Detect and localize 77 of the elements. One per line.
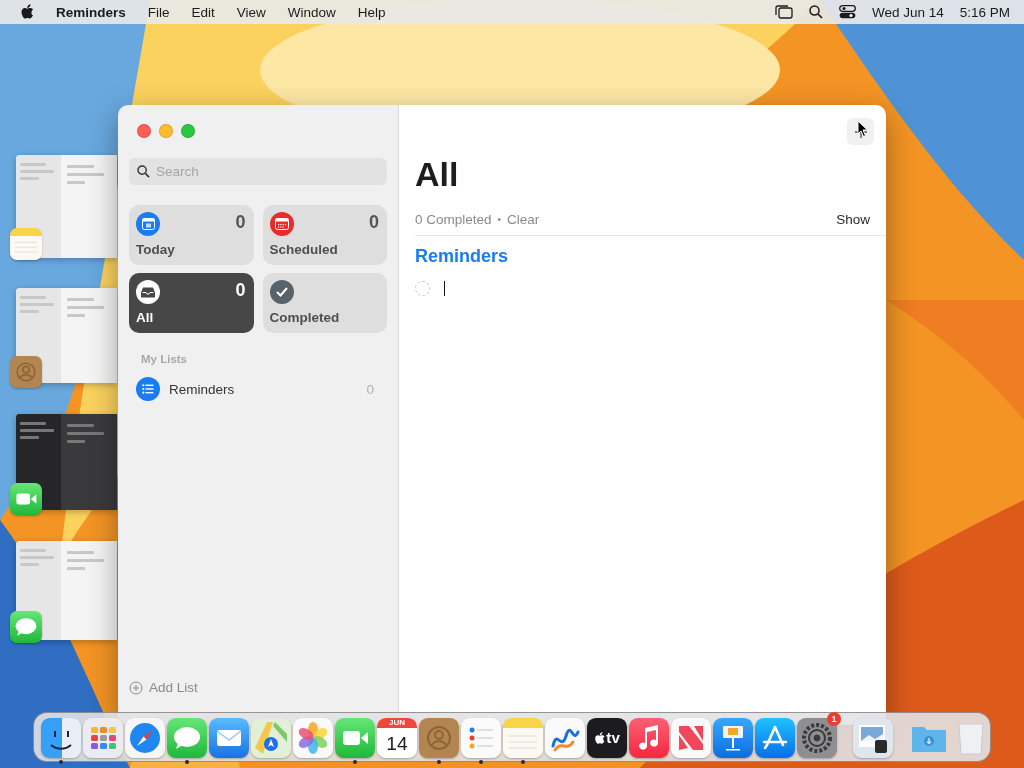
list-title: All bbox=[415, 155, 460, 194]
notification-badge: 1 bbox=[827, 712, 841, 726]
menu-item[interactable]: Edit bbox=[191, 4, 215, 20]
section-title: Reminders bbox=[415, 246, 510, 267]
menu-item[interactable]: Window bbox=[287, 4, 336, 20]
speech-bubble-icon bbox=[10, 611, 42, 643]
item-count: 0 bbox=[369, 212, 379, 234]
calendar-icon[interactable]: JUN 14 bbox=[377, 718, 417, 758]
smart-list-card[interactable]: Completed bbox=[262, 273, 387, 333]
app-grid-icon[interactable] bbox=[83, 718, 123, 758]
tray-icon bbox=[136, 280, 160, 304]
minimize-button[interactable] bbox=[159, 124, 173, 138]
notepad-icon bbox=[10, 228, 42, 260]
window-thumbnail[interactable] bbox=[16, 288, 117, 383]
separator-dot: • bbox=[497, 214, 502, 225]
list-item[interactable]: Reminders 0 bbox=[129, 373, 387, 405]
calendar-month: JUN bbox=[377, 718, 417, 729]
smart-list-card[interactable]: 0 Scheduled bbox=[262, 205, 387, 265]
map-icon[interactable] bbox=[251, 718, 291, 758]
video-camera-icon[interactable] bbox=[335, 718, 375, 758]
tv-icon[interactable]: tv bbox=[587, 718, 627, 758]
calendar-icon bbox=[269, 212, 294, 236]
calendar-day: 14 bbox=[386, 728, 408, 758]
search-field[interactable]: Search bbox=[129, 158, 387, 185]
app-store-icon[interactable] bbox=[755, 718, 795, 758]
apple-logo-icon bbox=[594, 731, 606, 745]
menu-item[interactable]: View bbox=[236, 4, 266, 20]
window-thumbnail[interactable] bbox=[16, 155, 117, 258]
window-thumbnail[interactable] bbox=[16, 541, 117, 640]
control-center-icon[interactable] bbox=[838, 5, 856, 19]
photo-stack-icon[interactable] bbox=[853, 718, 893, 758]
item-count: 0 bbox=[235, 280, 246, 302]
address-book-icon[interactable] bbox=[419, 718, 459, 758]
completed-count: 0 Completed bbox=[415, 212, 492, 227]
show-button[interactable]: Show bbox=[836, 212, 870, 227]
checklist-icon[interactable] bbox=[461, 718, 501, 758]
window-thumbnail[interactable] bbox=[16, 414, 117, 510]
apple-logo-icon[interactable] bbox=[20, 4, 34, 20]
list-icon bbox=[136, 377, 160, 401]
zoom-button[interactable] bbox=[181, 124, 195, 138]
compass-icon[interactable] bbox=[125, 718, 165, 758]
card-label: All bbox=[136, 310, 155, 325]
smart-list-card[interactable]: 0 Today bbox=[129, 205, 254, 265]
section-header: My Lists bbox=[140, 353, 188, 365]
close-button[interactable] bbox=[137, 124, 151, 138]
smart-list-card[interactable]: 0 All bbox=[129, 273, 254, 333]
plus-circle-icon bbox=[129, 680, 143, 695]
scribble-icon[interactable] bbox=[545, 718, 585, 758]
menu-item[interactable]: Help bbox=[357, 4, 386, 20]
speech-bubble-icon[interactable] bbox=[167, 718, 207, 758]
calendar-icon bbox=[136, 212, 160, 236]
pointer-cursor-icon bbox=[857, 120, 869, 138]
gear-icon[interactable] bbox=[797, 718, 837, 758]
clear-button[interactable]: Clear bbox=[507, 212, 540, 227]
menu-item[interactable]: File bbox=[147, 4, 170, 20]
flower-icon[interactable] bbox=[293, 718, 333, 758]
video-camera-icon bbox=[10, 483, 42, 515]
menu-clock[interactable]: 5:16 PM bbox=[959, 4, 1010, 20]
envelope-icon[interactable] bbox=[209, 718, 249, 758]
card-label: Scheduled bbox=[269, 242, 339, 257]
smiling-face-icon[interactable] bbox=[41, 718, 81, 758]
list-count: 0 bbox=[366, 381, 374, 397]
address-book-icon bbox=[10, 356, 42, 388]
music-note-icon[interactable] bbox=[629, 718, 669, 758]
stage-manager-icon[interactable] bbox=[774, 5, 793, 19]
tv-label: tv bbox=[606, 730, 620, 746]
search-icon bbox=[137, 165, 150, 178]
app-menu[interactable]: Reminders bbox=[56, 4, 126, 20]
folded-ribbon-icon[interactable] bbox=[671, 718, 711, 758]
card-label: Today bbox=[136, 242, 176, 257]
list-name: Reminders bbox=[169, 381, 236, 397]
checkmark-icon bbox=[269, 280, 294, 304]
podium-icon[interactable] bbox=[713, 718, 753, 758]
menu-date[interactable]: Wed Jun 14 bbox=[871, 4, 944, 20]
search-icon[interactable] bbox=[808, 5, 823, 19]
card-label: Completed bbox=[269, 310, 341, 325]
item-count: 0 bbox=[235, 212, 246, 234]
